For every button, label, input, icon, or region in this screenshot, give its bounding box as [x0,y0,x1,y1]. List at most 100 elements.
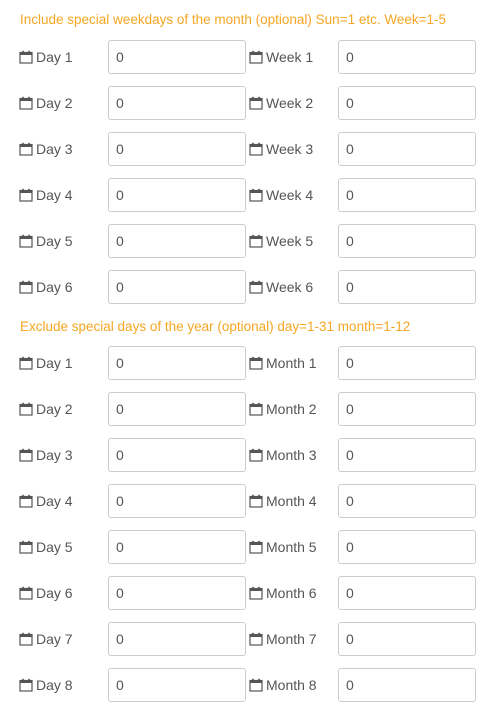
calendar-icon [249,234,263,248]
week-input[interactable] [338,86,476,120]
calendar-icon [249,50,263,64]
week-input[interactable] [338,178,476,212]
day-input[interactable] [108,622,246,656]
form-row: Day 5 Week 5 [0,224,483,258]
day-label-text: Day 6 [36,585,73,601]
week-input[interactable] [338,132,476,166]
week-label: Week 3 [249,132,313,166]
day-label-text: Day 4 [36,493,73,509]
day-label-text: Day 7 [36,631,73,647]
week-input[interactable] [338,224,476,258]
calendar-icon [19,540,33,554]
day-label: Day 4 [19,484,73,518]
day-input[interactable] [108,668,246,702]
calendar-icon [249,280,263,294]
day-label-text: Day 5 [36,539,73,555]
calendar-icon [249,678,263,692]
calendar-icon [249,448,263,462]
month-input[interactable] [338,622,476,656]
month-label: Month 6 [249,576,317,610]
week-label: Week 1 [249,40,313,74]
calendar-icon [19,234,33,248]
month-label: Month 2 [249,392,317,426]
calendar-icon [249,586,263,600]
calendar-icon [19,280,33,294]
day-label: Day 2 [19,392,73,426]
week-label-text: Week 1 [266,49,314,65]
calendar-icon [19,96,33,110]
week-label-text: Week 5 [266,233,314,249]
form-row: Day 7 Month 7 [0,622,483,656]
day-input[interactable] [108,392,246,426]
day-label-text: Day 4 [36,187,73,203]
day-label: Day 1 [19,346,73,380]
month-input[interactable] [338,668,476,702]
month-label-text: Month 6 [266,585,317,601]
day-input[interactable] [108,438,246,472]
month-label-text: Month 4 [266,493,317,509]
month-label: Month 7 [249,622,317,656]
month-label: Month 8 [249,668,317,702]
day-label-text: Day 1 [36,49,73,65]
calendar-icon [19,678,33,692]
week-label: Week 6 [249,270,313,304]
month-label-text: Month 1 [266,355,317,371]
day-input[interactable] [108,530,246,564]
calendar-icon [19,356,33,370]
day-input[interactable] [108,576,246,610]
month-label-text: Month 8 [266,677,317,693]
month-input[interactable] [338,438,476,472]
week-input[interactable] [338,270,476,304]
day-input[interactable] [108,178,246,212]
month-input[interactable] [338,346,476,380]
calendar-icon [19,448,33,462]
day-label: Day 7 [19,622,73,656]
day-label: Day 8 [19,668,73,702]
day-input[interactable] [108,132,246,166]
form-row: Day 4 Week 4 [0,178,483,212]
day-label-text: Day 3 [36,447,73,463]
calendar-icon [249,402,263,416]
month-input[interactable] [338,484,476,518]
form-row: Day 8 Month 8 [0,668,483,702]
month-input[interactable] [338,530,476,564]
month-input[interactable] [338,576,476,610]
day-label: Day 1 [19,40,73,74]
form-row: Day 4 Month 4 [0,484,483,518]
calendar-icon [19,50,33,64]
week-label-text: Week 4 [266,187,314,203]
form-row: Day 2 Week 2 [0,86,483,120]
calendar-icon [249,540,263,554]
day-label: Day 5 [19,224,73,258]
month-input[interactable] [338,392,476,426]
calendar-icon [19,494,33,508]
calendar-icon [19,586,33,600]
month-label: Month 5 [249,530,317,564]
calendar-icon [19,632,33,646]
form-row: Day 3 Week 3 [0,132,483,166]
form-row: Day 6 Week 6 [0,270,483,304]
calendar-icon [19,142,33,156]
week-label-text: Week 6 [266,279,314,295]
calendar-icon [249,96,263,110]
month-label-text: Month 2 [266,401,317,417]
calendar-icon [249,494,263,508]
day-label-text: Day 6 [36,279,73,295]
day-input[interactable] [108,40,246,74]
day-input[interactable] [108,86,246,120]
calendar-icon [249,188,263,202]
day-label: Day 5 [19,530,73,564]
form-row: Day 3 Month 3 [0,438,483,472]
day-label: Day 3 [19,438,73,472]
calendar-icon [249,356,263,370]
day-input[interactable] [108,270,246,304]
calendar-icon [249,632,263,646]
day-input[interactable] [108,346,246,380]
week-label: Week 4 [249,178,313,212]
day-input[interactable] [108,224,246,258]
day-label: Day 6 [19,270,73,304]
form-row: Day 2 Month 2 [0,392,483,426]
week-input[interactable] [338,40,476,74]
day-input[interactable] [108,484,246,518]
week-label-text: Week 3 [266,141,314,157]
